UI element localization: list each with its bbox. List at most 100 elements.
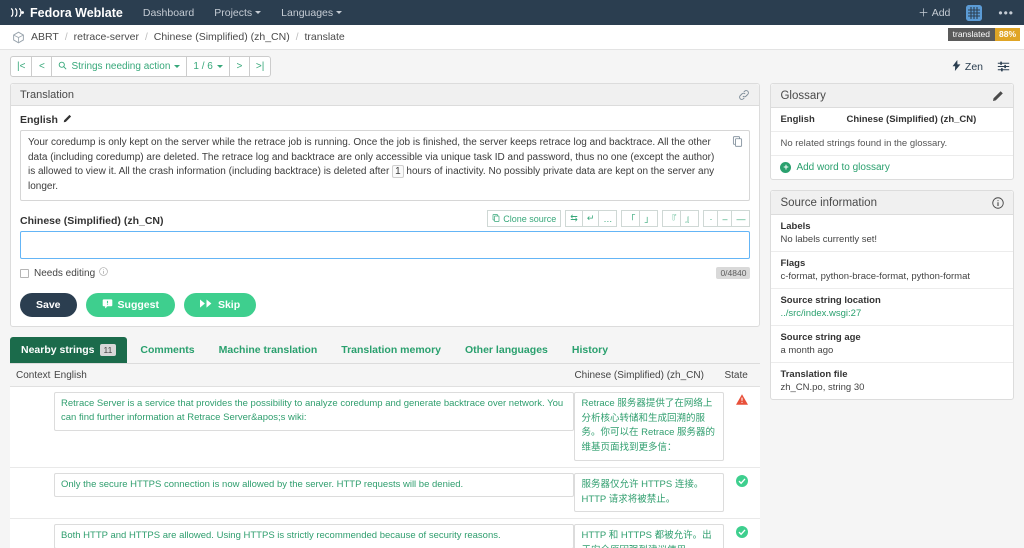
position-dropdown[interactable]: 1 / 6 bbox=[186, 56, 230, 77]
nav-item-languages[interactable]: Languages bbox=[281, 7, 343, 19]
tab-nearby-strings[interactable]: Nearby strings 11 bbox=[10, 337, 128, 363]
field-label-flags: Flags bbox=[780, 258, 806, 269]
table-row[interactable]: Both HTTP and HTTPS are allowed. Using H… bbox=[10, 519, 761, 548]
row-english[interactable]: Both HTTP and HTTPS are allowed. Using H… bbox=[54, 524, 575, 548]
copy-icon[interactable] bbox=[732, 136, 743, 153]
insert-emdash-button[interactable]: — bbox=[731, 210, 751, 227]
insert-open-double-quote-button[interactable]: 『 bbox=[662, 210, 682, 227]
zen-mode-button[interactable]: Zen bbox=[952, 59, 983, 74]
pencil-icon[interactable] bbox=[63, 114, 72, 126]
tab-machine-translation-label: Machine translation bbox=[218, 344, 318, 356]
next-string-button[interactable]: > bbox=[228, 56, 250, 77]
breadcrumb-item-project[interactable]: ABRT bbox=[31, 31, 59, 43]
check-circle-icon bbox=[736, 474, 749, 489]
ellipsis-char-icon: … bbox=[603, 213, 613, 224]
skip-button[interactable]: Skip bbox=[183, 293, 257, 317]
source-info-field-flags: Flags c-format, python-brace-format, pyt… bbox=[771, 252, 1013, 289]
insert-endash-button[interactable]: – bbox=[717, 210, 733, 227]
glossary-empty-text: No related strings found in the glossary… bbox=[780, 138, 948, 149]
tab-translation-memory[interactable]: Translation memory bbox=[330, 337, 452, 363]
breadcrumb-separator: / bbox=[144, 31, 148, 43]
chevron-down-icon bbox=[255, 11, 262, 14]
row-state bbox=[724, 473, 760, 489]
previous-string-button[interactable]: < bbox=[31, 56, 53, 77]
source-information-header: Source information bbox=[771, 191, 1013, 215]
glossary-col-target: Chinese (Simplified) (zh_CN) bbox=[846, 114, 977, 125]
page-layout: Translation English Your coredump is onl… bbox=[0, 83, 1024, 548]
breadcrumb-item-language[interactable]: Chinese (Simplified) (zh_CN) bbox=[154, 31, 290, 43]
nav-item-projects[interactable]: Projects bbox=[214, 7, 262, 19]
table-row[interactable]: Retrace Server is a service that provide… bbox=[10, 387, 761, 468]
insert-close-quote-button[interactable]: 」 bbox=[639, 210, 659, 227]
plus-circle-icon: + bbox=[780, 162, 792, 173]
chevron-down-icon bbox=[336, 11, 343, 14]
user-avatar[interactable] bbox=[966, 4, 983, 21]
translation-input[interactable] bbox=[20, 231, 751, 259]
strings-table-header: Context English Chinese (Simplified) (zh… bbox=[10, 364, 761, 387]
chevron-down-icon bbox=[174, 65, 181, 68]
row-state bbox=[724, 392, 760, 407]
tab-other-languages[interactable]: Other languages bbox=[454, 337, 559, 363]
toolbar-right: Zen bbox=[952, 59, 1014, 74]
last-string-button[interactable]: >| bbox=[248, 56, 272, 77]
translation-panel-header: Translation bbox=[11, 84, 760, 106]
ellipsis-icon[interactable]: ••• bbox=[998, 7, 1014, 19]
row-target[interactable]: 服务器仅允许 HTTPS 连接。HTTP 请求将被禁止。 bbox=[574, 472, 725, 513]
needs-editing-checkbox[interactable] bbox=[20, 268, 29, 278]
suggest-button[interactable]: Suggest bbox=[85, 293, 175, 317]
close-quote-char-icon: 」 bbox=[644, 214, 654, 224]
cube-icon bbox=[12, 31, 25, 44]
top-navbar: Fedora Weblate Dashboard Projects Langua… bbox=[0, 0, 1024, 25]
add-word-to-glossary-button[interactable]: + Add word to glossary bbox=[780, 162, 1004, 173]
chevron-down-icon bbox=[216, 65, 223, 68]
insert-close-double-quote-button[interactable]: 』 bbox=[680, 210, 700, 227]
previous-string-icon: < bbox=[39, 61, 45, 72]
insert-open-quote-button[interactable]: 「 bbox=[621, 210, 641, 227]
suggest-button-label: Suggest bbox=[117, 299, 159, 311]
info-circle-icon[interactable] bbox=[992, 196, 1004, 209]
tab-nearby-strings-badge: 11 bbox=[99, 344, 117, 356]
row-target[interactable]: Retrace 服务器提供了在网络上分析核心转储和生成回溯的服务。你可以在 Re… bbox=[574, 392, 725, 461]
add-button[interactable]: ＋ Add bbox=[918, 5, 950, 20]
lightning-icon bbox=[952, 59, 961, 74]
sliders-icon[interactable] bbox=[997, 60, 1010, 73]
tab-nearby-strings-label: Nearby strings bbox=[21, 344, 95, 356]
row-english-text: Only the secure HTTPS connection is now … bbox=[54, 472, 575, 498]
save-button[interactable]: Save bbox=[20, 293, 77, 317]
breadcrumb-item-component[interactable]: retrace-server bbox=[74, 31, 139, 43]
field-value-flags: c-format, python-brace-format, python-fo… bbox=[780, 271, 970, 282]
insert-middot-button[interactable]: · bbox=[703, 210, 719, 227]
row-english[interactable]: Only the secure HTTPS connection is now … bbox=[54, 472, 575, 498]
table-row[interactable]: Only the secure HTTPS connection is now … bbox=[10, 467, 761, 520]
pencil-icon[interactable] bbox=[992, 90, 1004, 102]
tab-history[interactable]: History bbox=[561, 337, 619, 363]
info-icon[interactable] bbox=[99, 267, 108, 279]
insert-tab-button[interactable]: ⇆ bbox=[565, 210, 583, 227]
source-information-title: Source information bbox=[780, 196, 877, 209]
tab-comments[interactable]: Comments bbox=[129, 337, 205, 363]
field-value-location[interactable]: ../src/index.wsgi:27 bbox=[780, 308, 861, 319]
insert-newline-button[interactable]: ↵ bbox=[581, 210, 600, 227]
middot-char-icon: · bbox=[709, 213, 713, 224]
first-string-button[interactable]: |< bbox=[10, 56, 33, 77]
clone-source-button[interactable]: Clone source bbox=[487, 210, 562, 227]
tab-char-icon: ⇆ bbox=[570, 213, 578, 223]
fast-forward-icon bbox=[199, 299, 213, 311]
brand-link[interactable]: Fedora Weblate bbox=[10, 5, 123, 20]
breadcrumb-item-translate[interactable]: translate bbox=[305, 31, 345, 43]
last-string-icon: >| bbox=[255, 61, 265, 72]
link-icon[interactable] bbox=[738, 89, 750, 101]
target-header: Chinese (Simplified) (zh_CN) Clone sourc… bbox=[20, 210, 751, 227]
nav-item-dashboard[interactable]: Dashboard bbox=[143, 7, 194, 19]
tab-machine-translation[interactable]: Machine translation bbox=[208, 337, 329, 363]
row-target-text: HTTP 和 HTTPS 都被允许。出于安全原因强烈建议使用 HTTPS。 bbox=[574, 524, 725, 548]
row-english[interactable]: Retrace Server is a service that provide… bbox=[54, 392, 575, 431]
insert-ellipsis-button[interactable]: … bbox=[598, 210, 618, 227]
below-input-row: Needs editing 0/4840 bbox=[20, 267, 751, 279]
field-label-age: Source string age bbox=[780, 332, 861, 343]
zen-mode-label: Zen bbox=[964, 60, 983, 73]
glossary-add-row[interactable]: + Add word to glossary bbox=[771, 156, 1013, 179]
breadcrumb: ABRT / retrace-server / Chinese (Simplif… bbox=[0, 25, 1024, 50]
filter-dropdown[interactable]: Strings needing action bbox=[51, 56, 188, 77]
row-target[interactable]: HTTP 和 HTTPS 都被允许。出于安全原因强烈建议使用 HTTPS。 bbox=[574, 524, 725, 548]
